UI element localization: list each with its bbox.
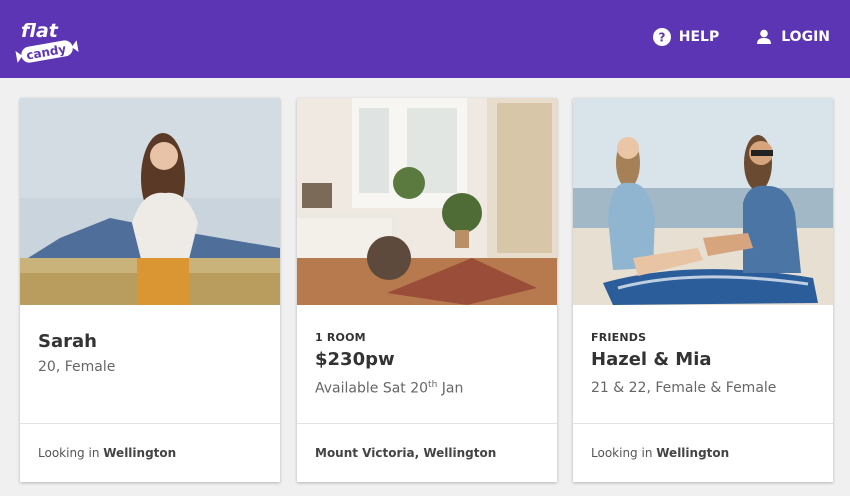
- availability-text: Available Sat 20th Jan: [315, 380, 464, 397]
- room-photo: [297, 98, 557, 305]
- profile-card-hazel-mia[interactable]: FRIENDS Hazel & Mia 21 & 22, Female & Fe…: [573, 98, 833, 482]
- card-footer: Mount Victoria, Wellington: [297, 423, 557, 482]
- card-footer: Looking in Wellington: [20, 423, 280, 482]
- card-body: FRIENDS Hazel & Mia 21 & 22, Female & Fe…: [573, 305, 833, 423]
- footer-prefix: Looking in: [38, 446, 100, 460]
- listing-type: 1 ROOM: [315, 331, 366, 344]
- room-card[interactable]: 1 ROOM $230pw Available Sat 20th Jan Mou…: [297, 98, 557, 482]
- profile-type: FRIENDS: [591, 331, 647, 344]
- profile-card-sarah[interactable]: Sarah 20, Female Looking in Wellington: [20, 98, 280, 482]
- top-navbar: flat candy ? HELP LOGIN: [0, 0, 850, 78]
- footer-location: Wellington: [656, 446, 730, 460]
- top-nav: ? HELP LOGIN: [652, 28, 830, 46]
- profile-details: 20, Female: [38, 359, 116, 375]
- help-circle-icon: ?: [652, 28, 671, 46]
- profile-name: Hazel & Mia: [591, 349, 712, 370]
- footer-prefix: Looking in: [591, 446, 653, 460]
- listing-price: $230pw: [315, 349, 395, 370]
- help-label: HELP: [678, 29, 720, 45]
- help-link[interactable]: ? HELP: [652, 28, 720, 46]
- card-footer: Looking in Wellington: [573, 423, 833, 482]
- svg-text:flat: flat: [21, 20, 59, 42]
- footer-location: Mount Victoria, Wellington: [315, 446, 497, 460]
- login-link[interactable]: LOGIN: [755, 28, 830, 46]
- card-body: Sarah 20, Female: [20, 305, 280, 423]
- friends-photo: [573, 98, 833, 305]
- user-icon: [755, 28, 773, 46]
- logo-icon: flat candy: [15, 20, 79, 63]
- svg-text:?: ?: [658, 31, 665, 45]
- profile-photo: [20, 98, 280, 305]
- login-label: LOGIN: [781, 29, 830, 45]
- card-body: 1 ROOM $230pw Available Sat 20th Jan: [297, 305, 557, 423]
- footer-location: Wellington: [103, 446, 177, 460]
- flat-candy-logo[interactable]: flat candy: [10, 15, 84, 63]
- profile-details: 21 & 22, Female & Female: [591, 380, 777, 396]
- profile-name: Sarah: [38, 331, 97, 352]
